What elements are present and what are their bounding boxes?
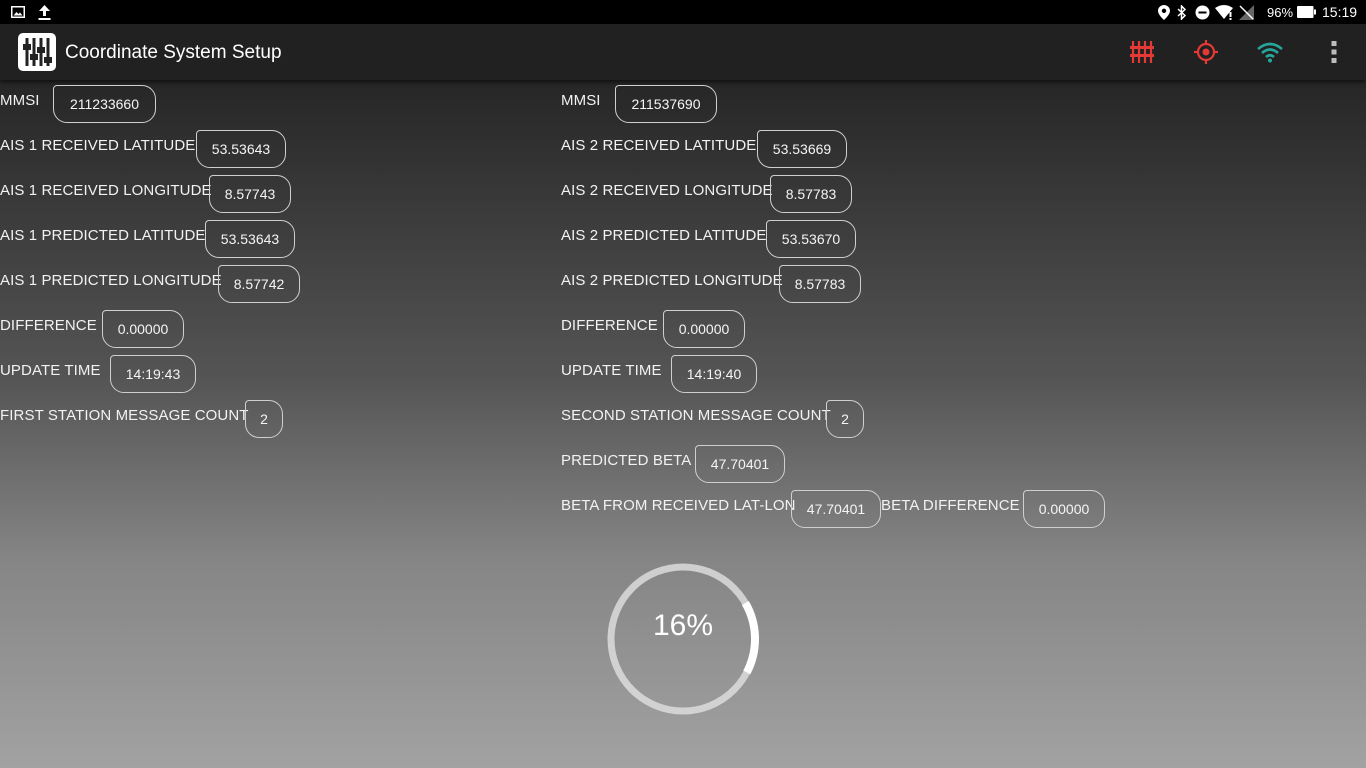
second-station-message-count-label: SECOND STATION MESSAGE COUNT bbox=[561, 407, 831, 424]
update-time-2-field[interactable]: 14:19:40 bbox=[671, 355, 757, 393]
app-title: Coordinate System Setup bbox=[65, 42, 282, 63]
mmsi-1-field[interactable]: 211233660 bbox=[53, 85, 156, 123]
status-bar: 96% 15:19 bbox=[0, 0, 1366, 24]
ais1-predicted-longitude-field[interactable]: 8.57742 bbox=[218, 265, 300, 303]
no-signal-icon bbox=[1239, 0, 1254, 24]
ais2-received-longitude-field[interactable]: 8.57783 bbox=[770, 175, 852, 213]
ais2-predicted-longitude-field[interactable]: 8.57783 bbox=[779, 265, 861, 303]
beta-difference-field[interactable]: 0.00000 bbox=[1023, 490, 1105, 528]
difference-2-field[interactable]: 0.00000 bbox=[663, 310, 745, 348]
image-notification-icon bbox=[11, 0, 25, 24]
target-button[interactable] bbox=[1190, 36, 1222, 68]
equalizer-button[interactable] bbox=[1126, 36, 1158, 68]
ais2-predicted-longitude-label: AIS 2 PREDICTED LONGITUDE bbox=[561, 272, 783, 289]
wifi-button[interactable] bbox=[1254, 36, 1286, 68]
first-station-message-count-label: FIRST STATION MESSAGE COUNT bbox=[0, 407, 249, 424]
predicted-beta-label: PREDICTED BETA bbox=[561, 452, 692, 469]
update-time-1-field[interactable]: 14:19:43 bbox=[110, 355, 196, 393]
clock: 15:19 bbox=[1322, 4, 1358, 20]
battery-percent: 96% bbox=[1267, 4, 1294, 20]
ais1-received-longitude-label: AIS 1 RECEIVED LONGITUDE bbox=[0, 182, 212, 199]
battery-icon bbox=[1297, 0, 1316, 24]
ais2-received-latitude-field[interactable]: 53.53669 bbox=[757, 130, 847, 168]
first-station-message-count-field[interactable]: 2 bbox=[245, 400, 283, 438]
update-time-2-label: UPDATE TIME bbox=[561, 362, 662, 379]
ais1-predicted-latitude-label: AIS 1 PREDICTED LATITUDE bbox=[0, 227, 206, 244]
more-vert-icon bbox=[1331, 41, 1337, 63]
beta-from-received-field[interactable]: 47.70401 bbox=[791, 490, 881, 528]
wifi-icon bbox=[1257, 42, 1283, 63]
progress-percent: 16% bbox=[652, 609, 714, 642]
bluetooth-icon bbox=[1177, 0, 1187, 24]
do-not-disturb-icon bbox=[1195, 0, 1210, 24]
beta-difference-label: BETA DIFFERENCE bbox=[881, 497, 1020, 514]
ais2-predicted-latitude-label: AIS 2 PREDICTED LATITUDE bbox=[561, 227, 767, 244]
app-logo-icon bbox=[18, 33, 56, 71]
mmsi-2-label: MMSI bbox=[561, 92, 601, 109]
mmsi-1-label: MMSI bbox=[0, 92, 40, 109]
difference-2-label: DIFFERENCE bbox=[561, 317, 658, 334]
equalizer-icon bbox=[1130, 41, 1154, 63]
ais1-received-latitude-field[interactable]: 53.53643 bbox=[196, 130, 286, 168]
ais1-received-latitude-label: AIS 1 RECEIVED LATITUDE bbox=[0, 137, 196, 154]
target-icon bbox=[1194, 40, 1218, 64]
mmsi-2-field[interactable]: 211537690 bbox=[615, 85, 717, 123]
location-icon bbox=[1158, 0, 1170, 24]
overflow-menu-button[interactable] bbox=[1318, 36, 1350, 68]
wifi-status-icon bbox=[1215, 0, 1233, 24]
ais1-predicted-longitude-label: AIS 1 PREDICTED LONGITUDE bbox=[0, 272, 222, 289]
beta-from-received-label: BETA FROM RECEIVED LAT-LON bbox=[561, 497, 796, 514]
ais2-received-latitude-label: AIS 2 RECEIVED LATITUDE bbox=[561, 137, 757, 154]
upload-icon bbox=[38, 0, 51, 24]
ais2-predicted-latitude-field[interactable]: 53.53670 bbox=[766, 220, 856, 258]
app-bar: Coordinate System Setup bbox=[0, 24, 1366, 80]
ais1-predicted-latitude-field[interactable]: 53.53643 bbox=[205, 220, 295, 258]
ais2-received-longitude-label: AIS 2 RECEIVED LONGITUDE bbox=[561, 182, 773, 199]
difference-1-field[interactable]: 0.00000 bbox=[102, 310, 184, 348]
second-station-message-count-field[interactable]: 2 bbox=[826, 400, 864, 438]
update-time-1-label: UPDATE TIME bbox=[0, 362, 101, 379]
predicted-beta-field[interactable]: 47.70401 bbox=[695, 445, 785, 483]
ais1-received-longitude-field[interactable]: 8.57743 bbox=[209, 175, 291, 213]
difference-1-label: DIFFERENCE bbox=[0, 317, 97, 334]
